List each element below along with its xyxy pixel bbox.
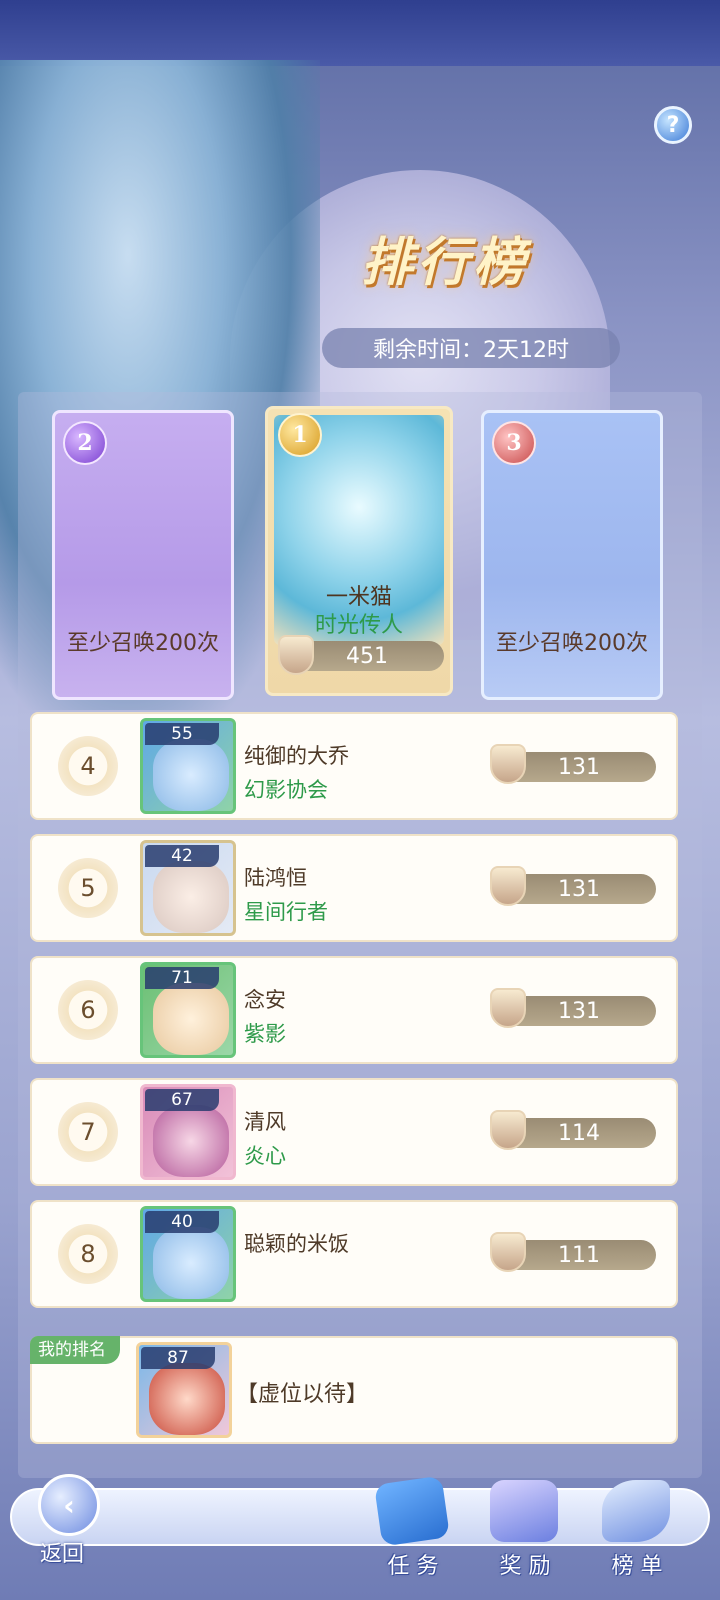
rank-number: 5 [58,858,118,918]
remaining-time: 剩余时间：2天12时 [322,328,620,368]
rewards-label: 奖 励 [499,1554,551,1579]
rank-3-number: 3 [506,430,522,456]
ranking-nav-button[interactable]: 榜 单 [582,1476,692,1586]
avatar[interactable]: 40 [140,1206,236,1302]
my-rank-tag: 我的排名 [30,1336,120,1364]
player-guild: 紫影 [244,1022,286,1046]
sword-icon [490,866,526,906]
rank-1-medal-icon: 1 [278,413,322,457]
back-button[interactable]: ‹ [38,1474,100,1536]
scroll-icon [374,1475,450,1547]
rank-2-number: 2 [77,430,93,456]
sword-icon [490,1110,526,1150]
ranking-row[interactable]: 6 71 念安 紫影 131 [30,956,678,1064]
player-name: 聪颖的米饭 [244,1232,349,1256]
avatar[interactable]: 55 [140,718,236,814]
sword-icon [490,744,526,784]
sword-icon [490,1232,526,1272]
avatar-portrait [153,861,229,933]
rank-number: 8 [58,1224,118,1284]
avatar-portrait [153,1105,229,1177]
player-name: 纯御的大乔 [244,744,349,768]
player-level: 55 [145,723,219,745]
rank-3-medal-icon: 3 [492,421,536,465]
question-icon: ? [666,112,680,138]
my-player-name: 【虚位以待】 [236,1382,369,1407]
rank-1-number: 1 [292,422,308,448]
avatar-portrait [149,1363,225,1435]
podium-card-rank-2[interactable]: 2 至少召唤200次 [52,410,234,700]
star-icon [602,1480,670,1542]
avatar[interactable]: 42 [140,840,236,936]
player-level: 67 [145,1089,219,1111]
avatar[interactable]: 87 [136,1342,232,1438]
player-name: 念安 [244,988,286,1012]
rank-3-requirement: 至少召唤200次 [496,631,648,656]
my-ranking-row[interactable]: 我的排名 87 【虚位以待】 [30,1336,678,1444]
rank-number: 6 [58,980,118,1040]
avatar-portrait [153,1227,229,1299]
sword-icon [278,635,314,675]
avatar-portrait [153,983,229,1055]
avatar[interactable]: 67 [140,1084,236,1180]
avatar[interactable]: 71 [140,962,236,1058]
sword-icon [490,988,526,1028]
player-name: 清风 [244,1110,286,1134]
rank-2-medal-icon: 2 [63,421,107,465]
ranking-label: 榜 单 [611,1554,663,1579]
ranking-row[interactable]: 4 55 纯御的大乔 幻影协会 131 [30,712,678,820]
back-label[interactable]: 返回 [40,1536,84,1568]
rank-number: 4 [58,736,118,796]
rewards-nav-button[interactable]: 奖 励 [470,1476,580,1586]
ranking-row[interactable]: 7 67 清风 炎心 114 [30,1078,678,1186]
top-banner [0,0,720,66]
tasks-nav-button[interactable]: 任 务 [358,1475,468,1586]
player-name: 陆鸿恒 [244,866,307,890]
back-arrow-icon: ‹ [63,1488,75,1522]
page-title: 排行榜 [360,232,529,293]
player-guild: 星间行者 [244,900,328,924]
rank-number: 7 [58,1102,118,1162]
help-button[interactable]: ? [654,106,692,144]
ranking-row[interactable]: 5 42 陆鸿恒 星间行者 131 [30,834,678,942]
player-level: 87 [141,1347,215,1369]
player-level: 40 [145,1211,219,1233]
podium-card-rank-3[interactable]: 3 至少召唤200次 [481,410,663,700]
podium-card-rank-1[interactable]: 1 一米猫 时光传人 451 [265,406,453,696]
tasks-label: 任 务 [387,1554,439,1579]
gift-box-icon [490,1480,558,1542]
player-level: 71 [145,967,219,989]
avatar-portrait [153,739,229,811]
player-level: 42 [145,845,219,867]
ranking-row[interactable]: 8 40 聪颖的米饭 111 [30,1200,678,1308]
player-guild: 幻影协会 [244,778,328,802]
player-guild: 炎心 [244,1144,286,1168]
rank-2-requirement: 至少召唤200次 [67,631,219,656]
